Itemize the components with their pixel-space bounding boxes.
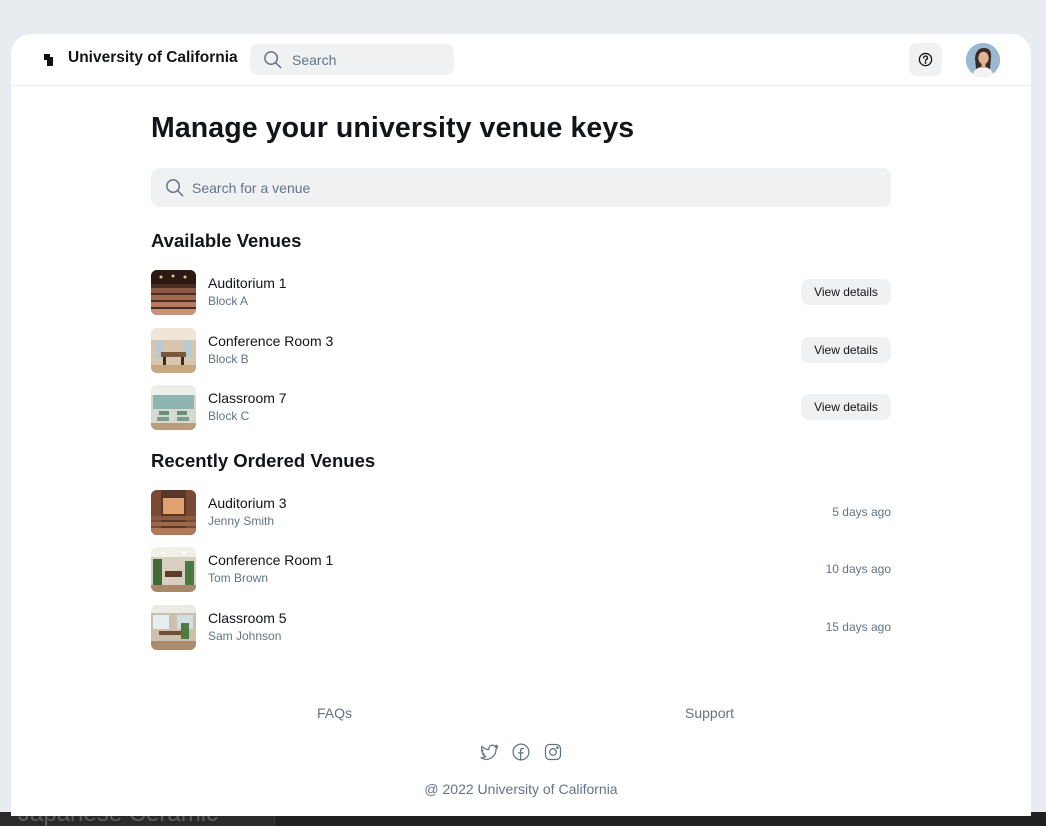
venue-name: Auditorium 1	[208, 275, 287, 291]
app-window: University of California Search Manage y…	[11, 34, 1031, 816]
venue-name: Classroom 5	[208, 610, 287, 626]
view-details-button[interactable]: View details	[801, 394, 891, 420]
page-title: Manage your university venue keys	[151, 112, 635, 144]
venue-search[interactable]	[151, 168, 891, 207]
ordered-by: Sam Johnson	[208, 629, 282, 643]
list-item: Classroom 7 Block C View details	[151, 385, 891, 431]
venue-name: Conference Room 3	[208, 333, 334, 349]
avatar[interactable]	[966, 43, 1000, 77]
recent-venues-heading: Recently Ordered Venues	[151, 450, 376, 471]
instagram-icon[interactable]	[543, 742, 563, 762]
venue-thumbnail	[151, 547, 196, 592]
help-icon	[918, 52, 933, 67]
venue-block: Block A	[208, 294, 249, 308]
list-item: Auditorium 3 Jenny Smith 5 days ago	[151, 490, 891, 536]
search-icon	[264, 51, 282, 69]
venue-block: Block B	[208, 352, 249, 366]
support-link[interactable]: Support	[685, 705, 734, 721]
copyright-text: @ 2022 University of California	[424, 781, 618, 797]
header-search[interactable]	[250, 44, 454, 75]
ordered-by: Tom Brown	[208, 571, 269, 585]
brand-name[interactable]: University of California	[68, 49, 238, 67]
view-details-button[interactable]: View details	[801, 337, 891, 363]
top-nav: University of California	[11, 34, 1031, 86]
venue-thumbnail	[151, 385, 196, 430]
venue-thumbnail	[151, 270, 196, 315]
view-details-button[interactable]: View details	[801, 279, 891, 305]
logo-icon	[44, 54, 56, 66]
header-search-input[interactable]	[290, 50, 444, 69]
list-item: Classroom 5 Sam Johnson 15 days ago	[151, 605, 891, 651]
venue-search-input[interactable]	[190, 178, 794, 197]
ordered-by: Jenny Smith	[208, 514, 275, 528]
venue-thumbnail	[151, 328, 196, 373]
list-item: Auditorium 1 Block A View details	[151, 270, 891, 316]
avatar-image	[966, 43, 1000, 77]
order-time: 15 days ago	[825, 620, 891, 634]
venue-name: Conference Room 1	[208, 552, 334, 568]
order-time: 10 days ago	[825, 562, 891, 576]
order-time: 5 days ago	[832, 505, 891, 519]
facebook-icon[interactable]	[511, 742, 531, 762]
faqs-link[interactable]: FAQs	[317, 705, 352, 721]
search-icon	[166, 179, 184, 197]
venue-name: Auditorium 3	[208, 495, 287, 511]
venue-block: Block C	[208, 409, 250, 423]
list-item: Conference Room 3 Block B View details	[151, 328, 891, 374]
venue-name: Classroom 7	[208, 390, 287, 406]
list-item: Conference Room 1 Tom Brown 10 days ago	[151, 547, 891, 593]
venue-thumbnail	[151, 605, 196, 650]
help-button[interactable]	[909, 43, 942, 76]
twitter-icon[interactable]	[479, 742, 499, 762]
venue-thumbnail	[151, 490, 196, 535]
available-venues-heading: Available Venues	[151, 230, 302, 251]
